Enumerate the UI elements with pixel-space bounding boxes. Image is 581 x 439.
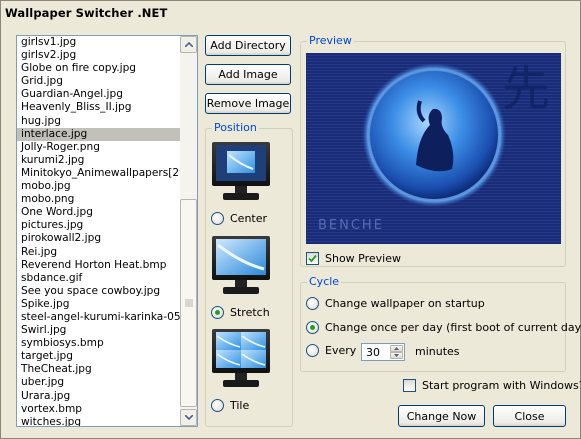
- wallpaper-preview-image: 先 BENCHE: [306, 53, 561, 244]
- file-list-item[interactable]: Jolly-Roger.png: [17, 141, 180, 154]
- checkmark-icon: [308, 254, 317, 263]
- file-list-item[interactable]: mobo.png: [17, 193, 180, 206]
- interval-spinner[interactable]: 30: [361, 343, 405, 361]
- file-list-item[interactable]: Heavenly_Bliss_II.jpg: [17, 101, 180, 114]
- file-list-items: girlsv1.jpg girlsv2.jpg Globe on fire copy…: [17, 36, 180, 426]
- file-list-item[interactable]: Urara.jpg: [17, 390, 180, 403]
- file-list-item[interactable]: target.jpg: [17, 350, 180, 363]
- file-list-item[interactable]: Spike.jpg: [17, 298, 180, 311]
- file-list-item[interactable]: uber.jpg: [17, 376, 180, 389]
- scroll-up-button[interactable]: [180, 36, 197, 53]
- spinner-down-button[interactable]: [390, 352, 403, 359]
- file-list-item[interactable]: Globe on fire copy.jpg: [17, 62, 180, 75]
- position-center-option[interactable]: Center: [211, 212, 267, 225]
- file-list-item[interactable]: Rei.jpg: [17, 246, 180, 259]
- file-list-item[interactable]: TheCheat.jpg: [17, 363, 180, 376]
- cycle-daily-option[interactable]: Change once per day (first boot of curre…: [306, 321, 581, 334]
- center-monitor-icon: [211, 141, 271, 203]
- startup-radio[interactable]: [306, 297, 319, 310]
- spinner-down-icon: [394, 354, 399, 357]
- file-list-item[interactable]: Grid.jpg: [17, 75, 180, 88]
- file-list-item[interactable]: witches.jpg: [17, 416, 180, 426]
- file-list-item[interactable]: symbiosys.bmp: [17, 337, 180, 350]
- file-list-item[interactable]: girlsv2.jpg: [17, 49, 180, 62]
- stretch-monitor-icon: [211, 235, 271, 297]
- file-list-item[interactable]: steel-angel-kurumi-karinka-050101: [17, 311, 180, 324]
- file-list-item[interactable]: kurumi2.jpg: [17, 154, 180, 167]
- daily-cycle-label: Change once per day (first boot of curre…: [325, 321, 581, 334]
- file-list-item[interactable]: girlsv1.jpg: [17, 36, 180, 49]
- cycle-interval-option[interactable]: Every: [306, 344, 356, 357]
- file-list-item[interactable]: sbdance.gif: [17, 272, 180, 285]
- startup-cycle-label: Change wallpaper on startup: [325, 297, 485, 310]
- title-bar: Wallpaper Switcher .NET: [1, 1, 580, 27]
- center-label: Center: [230, 212, 268, 225]
- file-list-item[interactable]: vortex.bmp: [17, 403, 180, 416]
- file-list-item[interactable]: mobo.jpg: [17, 180, 180, 193]
- center-radio[interactable]: [211, 212, 224, 225]
- position-stretch-option[interactable]: Stretch: [211, 306, 270, 319]
- preview-caption: BENCHE: [318, 218, 384, 233]
- show-preview-label: Show Preview: [325, 252, 401, 265]
- file-list-item[interactable]: pirokowall2.jpg: [17, 232, 180, 245]
- interval-value[interactable]: 30: [366, 346, 380, 359]
- cycle-legend: Cycle: [307, 275, 342, 288]
- tile-label: Tile: [230, 399, 250, 412]
- interval-unit-label: minutes: [415, 345, 460, 358]
- position-legend: Position: [212, 121, 259, 134]
- change-now-button[interactable]: Change Now: [398, 405, 485, 427]
- stretch-radio[interactable]: [211, 306, 224, 319]
- file-list-item[interactable]: Reverend Horton Heat.bmp: [17, 259, 180, 272]
- daily-radio[interactable]: [306, 321, 319, 334]
- scroll-grip-icon: [185, 299, 193, 307]
- scroll-down-button[interactable]: [180, 409, 197, 426]
- spinner-up-icon: [394, 347, 399, 350]
- interval-radio[interactable]: [306, 344, 319, 357]
- tile-radio[interactable]: [211, 399, 224, 412]
- add-image-button[interactable]: Add Image: [205, 64, 291, 85]
- file-list-scrollbar[interactable]: [180, 36, 197, 426]
- tile-monitor-icon: [211, 328, 271, 390]
- add-directory-button[interactable]: Add Directory: [205, 35, 291, 56]
- start-with-windows-checkbox[interactable]: [403, 379, 416, 392]
- file-list-item[interactable]: pictures.jpg: [17, 219, 180, 232]
- show-preview-option[interactable]: Show Preview: [306, 252, 401, 265]
- file-list-item[interactable]: Swirl.jpg: [17, 324, 180, 337]
- scroll-up-icon: [184, 42, 193, 47]
- remove-image-button[interactable]: Remove Image: [205, 93, 291, 114]
- file-list-item[interactable]: One Word.jpg: [17, 206, 180, 219]
- stretch-label: Stretch: [230, 306, 270, 319]
- scroll-down-icon: [184, 415, 193, 420]
- start-with-windows-label: Start program with Windows?: [422, 379, 581, 392]
- scroll-thumb[interactable]: [180, 199, 197, 407]
- file-list-item[interactable]: Guardian-Angel.jpg: [17, 88, 180, 101]
- position-tile-option[interactable]: Tile: [211, 399, 249, 412]
- interval-cycle-label: Every: [325, 344, 357, 357]
- file-list[interactable]: girlsv1.jpg girlsv2.jpg Globe on fire copy…: [16, 35, 198, 427]
- show-preview-checkbox[interactable]: [306, 252, 319, 265]
- close-button[interactable]: Close: [493, 405, 566, 427]
- preview-legend: Preview: [307, 34, 354, 47]
- file-list-item[interactable]: Minitokyo_Animewallpapers[2979: [17, 167, 180, 180]
- main-window: Wallpaper Switcher .NET girlsv1.jpg girls…: [0, 0, 581, 439]
- cycle-startup-option[interactable]: Change wallpaper on startup: [306, 297, 485, 310]
- file-list-item[interactable]: See you space cowboy.jpg: [17, 285, 180, 298]
- file-list-item[interactable]: interlace.jpg: [17, 127, 180, 141]
- file-list-item[interactable]: hug.jpg: [17, 115, 180, 128]
- spinner-up-button[interactable]: [390, 345, 403, 352]
- start-with-windows-option[interactable]: Start program with Windows?: [403, 379, 581, 392]
- preview-glyph: 先: [502, 61, 550, 117]
- window-title: Wallpaper Switcher .NET: [5, 6, 168, 20]
